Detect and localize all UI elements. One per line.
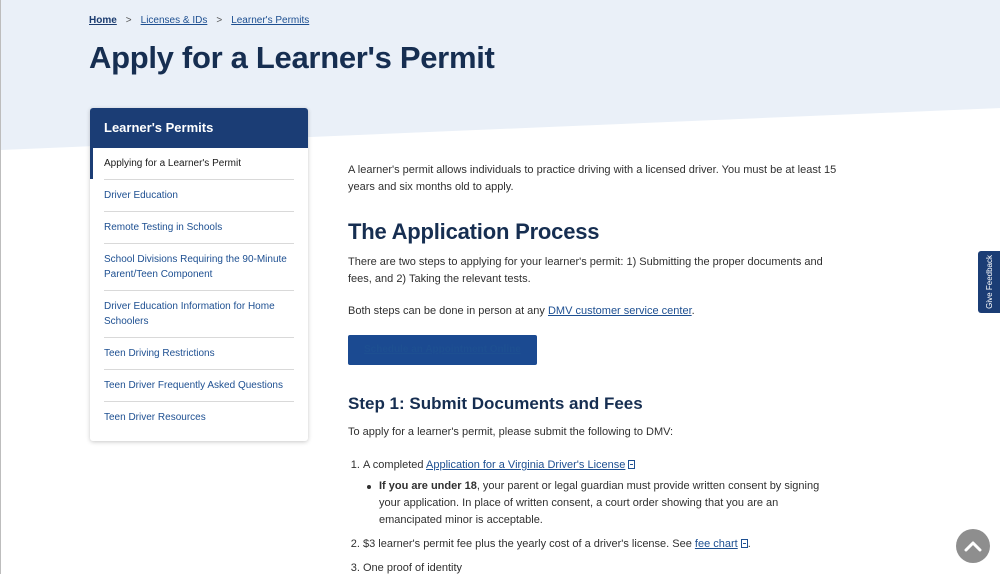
sidenav-item-school-divisions[interactable]: School Divisions Requiring the 90-Minute… xyxy=(104,244,294,291)
pdf-file-icon xyxy=(740,539,748,548)
under-18-label: If you are under 18 xyxy=(379,480,477,492)
dmv-service-center-link[interactable]: DMV customer service center xyxy=(548,305,692,317)
sidenav-item-home-schoolers[interactable]: Driver Education Information for Home Sc… xyxy=(104,291,294,338)
both-steps-text: Both steps can be done in person at any xyxy=(348,305,548,317)
breadcrumb-home-link[interactable]: Home xyxy=(89,15,117,26)
schedule-appointment-button[interactable]: Schedule an Appointment Online xyxy=(348,335,537,365)
sidenav-item-remote-testing[interactable]: Remote Testing in Schools xyxy=(104,212,294,244)
item1-prefix: A completed xyxy=(363,459,426,471)
give-feedback-tab[interactable]: Give Feedback xyxy=(978,251,1000,313)
chevron-up-icon xyxy=(964,541,982,552)
intro-paragraph: A learner's permit allows individuals to… xyxy=(348,164,837,193)
sidenav-item-teen-restrictions[interactable]: Teen Driving Restrictions xyxy=(104,338,294,370)
both-steps-paragraph: Both steps can be done in person at any … xyxy=(348,303,843,320)
main-content: A learner's permit allows individuals to… xyxy=(348,162,843,574)
item2-end: . xyxy=(747,538,751,550)
scroll-to-top-button[interactable] xyxy=(956,529,990,563)
step-1-heading: Step 1: Submit Documents and Fees xyxy=(348,394,643,413)
breadcrumb-separator: > xyxy=(216,15,223,26)
breadcrumb-separator: > xyxy=(125,15,132,26)
application-process-heading: The Application Process xyxy=(348,219,600,244)
list-item: $3 learner's permit fee plus the yearly … xyxy=(363,536,843,553)
steps-paragraph: There are two steps to applying for your… xyxy=(348,256,823,285)
fee-chart-link[interactable]: fee chart xyxy=(695,538,738,550)
breadcrumb: Home > Licenses & IDs > Learner's Permit… xyxy=(89,15,309,26)
breadcrumb-licenses-link[interactable]: Licenses & IDs xyxy=(141,15,208,26)
page-title: Apply for a Learner's Permit xyxy=(89,40,495,75)
sidenav-header: Learner's Permits xyxy=(90,108,308,148)
application-form-link[interactable]: Application for a Virginia Driver's Lice… xyxy=(426,459,625,471)
sidenav-item-teen-faq[interactable]: Teen Driver Frequently Asked Questions xyxy=(104,370,294,402)
list-item: A completed Application for a Virginia D… xyxy=(363,457,843,529)
side-navigation: Learner's Permits Applying for a Learner… xyxy=(90,108,308,441)
breadcrumb-current-link[interactable]: Learner's Permits xyxy=(231,15,309,26)
list-item: One proof of identity xyxy=(363,560,843,574)
sidenav-item-driver-education[interactable]: Driver Education xyxy=(104,180,294,212)
sidenav-item-applying[interactable]: Applying for a Learner's Permit xyxy=(90,148,294,180)
item2-prefix: $3 learner's permit fee plus the yearly … xyxy=(363,538,695,550)
give-feedback-label: Give Feedback xyxy=(984,255,994,309)
sidenav-item-teen-resources[interactable]: Teen Driver Resources xyxy=(104,402,294,433)
list-item: If you are under 18, your parent or lega… xyxy=(363,478,843,529)
pdf-file-icon xyxy=(628,460,636,469)
both-steps-end: . xyxy=(691,305,695,317)
apply-paragraph: To apply for a learner's permit, please … xyxy=(348,426,674,438)
requirements-list: A completed Application for a Virginia D… xyxy=(348,457,843,574)
